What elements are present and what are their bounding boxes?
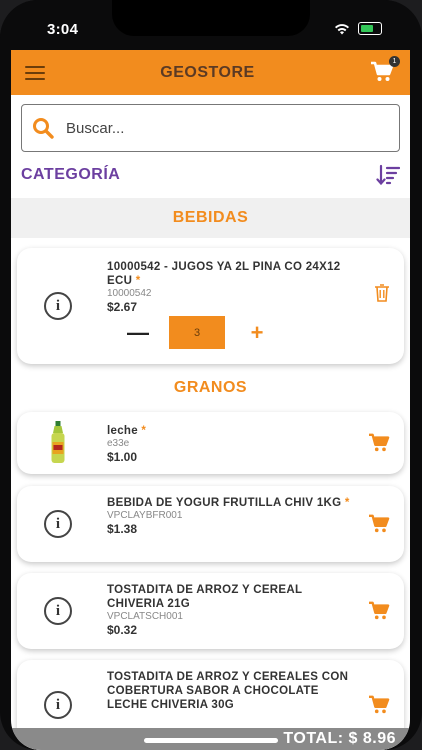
product-code: e33e [107,438,130,449]
decrease-quantity-button[interactable]: — [127,320,149,346]
section-header-granos: GRANOS [11,368,410,408]
status-time: 3:04 [47,21,79,38]
menu-icon[interactable] [25,65,45,80]
search-icon [33,118,54,139]
wifi-icon [335,23,349,34]
product-code: VPCLAYBFR001 [107,510,183,521]
product-card[interactable]: leche * e33e $1.00 [17,412,404,474]
product-name: BEBIDA DE YOGUR FRUTILLA CHIV 1KG * [107,497,350,509]
product-name: 10000542 - JUGOS YA 2L PINA CO 24X12 ECU… [107,261,341,287]
product-card[interactable]: i TOSTADITA DE ARROZ Y CEREAL CHIVERIA 2… [17,573,404,649]
category-row: CATEGORÍA [11,152,410,198]
search-box[interactable] [21,104,400,152]
increase-quantity-button[interactable]: + [247,320,267,346]
status-bar: 3:04 [0,0,422,50]
product-price: $0.32 [107,623,138,637]
category-label: CATEGORÍA [21,166,121,183]
add-to-cart-icon[interactable] [368,601,390,621]
product-name: TOSTADITA DE ARROZ Y CEREALES CON COBERT… [107,671,349,711]
product-price: $1.00 [107,450,138,464]
product-code: 10000542 [107,288,152,299]
notch [112,0,310,36]
product-card[interactable]: i 10000542 - JUGOS YA 2L PINA CO 24X12 E… [17,248,404,364]
app-header: GEOSTORE 1 [11,50,410,95]
info-icon[interactable]: i [44,292,72,320]
product-name: TOSTADITA DE ARROZ Y CEREAL CHIVERIA 21G [107,584,303,610]
info-icon[interactable]: i [44,691,72,719]
product-card[interactable]: i BEBIDA DE YOGUR FRUTILLA CHIV 1KG * VP… [17,486,404,562]
product-price: $1.38 [107,522,138,536]
cart-button[interactable]: 1 [370,55,400,85]
quantity-field[interactable]: 3 [169,316,225,349]
phone-frame: 3:04 GEOSTORE 1 CATEGORÍA BEBIDAS i [0,0,422,750]
info-icon[interactable]: i [44,597,72,625]
battery-icon [358,22,382,35]
trash-icon[interactable] [374,283,390,302]
add-to-cart-icon[interactable] [368,514,390,534]
home-indicator [144,738,278,743]
sort-icon[interactable] [376,164,400,186]
search-input[interactable] [64,118,368,138]
cart-count-badge: 1 [388,55,400,67]
add-to-cart-icon[interactable] [368,433,390,453]
info-icon[interactable]: i [44,510,72,538]
quantity-stepper: — 3 + [127,316,267,349]
product-price: $2.67 [107,300,138,314]
app-screen: GEOSTORE 1 CATEGORÍA BEBIDAS i 10000542 … [11,50,410,750]
product-code: VPCLATSCH001 [107,611,183,622]
product-image [51,421,65,463]
add-to-cart-icon[interactable] [368,695,390,715]
status-icons [334,22,382,35]
product-name: leche * [107,425,147,437]
section-header-bebidas: BEBIDAS [11,198,410,238]
app-title: GEOSTORE [160,63,255,81]
